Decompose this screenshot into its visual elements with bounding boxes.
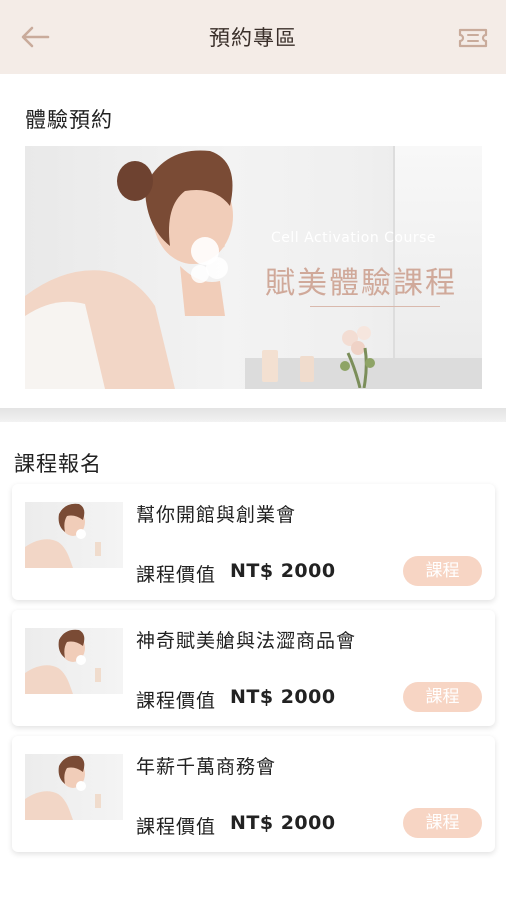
courses-heading: 課程報名 — [14, 452, 102, 476]
experience-heading: 體驗預約 — [25, 108, 113, 132]
banner-divider — [310, 306, 440, 307]
course-price-value: NT$ 2000 — [230, 686, 336, 708]
course-price-value: NT$ 2000 — [230, 560, 336, 582]
experience-banner[interactable]: Cell Activation Course 賦美體驗課程 — [25, 146, 482, 389]
course-name: 神奇賦美艙與法澀商品會 — [136, 630, 357, 652]
course-price-label: 課程價值 — [136, 816, 217, 838]
banner-bottles-illustration — [262, 350, 314, 382]
experience-section: 體驗預約 Cell Activation Course 賦美體驗課程 — [0, 74, 506, 408]
course-button[interactable]: 課程 — [403, 682, 482, 712]
course-name: 年薪千萬商務會 — [136, 756, 277, 778]
section-divider — [0, 408, 506, 422]
banner-subtitle-en: Cell Activation Course — [271, 230, 437, 246]
course-name: 幫你開館與創業會 — [136, 504, 297, 526]
courses-section: 課程報名 幫你開館與創業會 課程價值 NT$ 2000 課程 神奇賦美艙與法澀商… — [0, 422, 506, 900]
course-thumbnail — [25, 502, 123, 568]
course-price-label: 課程價值 — [136, 690, 217, 712]
course-card[interactable]: 年薪千萬商務會 課程價值 NT$ 2000 課程 — [12, 736, 495, 852]
banner-woman-illustration — [25, 150, 233, 389]
course-thumbnail — [25, 628, 123, 694]
page-title: 預約專區 — [209, 26, 297, 50]
course-price-label: 課程價值 — [136, 564, 217, 586]
ticket-icon[interactable] — [456, 25, 490, 51]
course-price-value: NT$ 2000 — [230, 812, 336, 834]
course-button[interactable]: 課程 — [403, 808, 482, 838]
banner-title-zh: 賦美體驗課程 — [265, 266, 457, 301]
course-button[interactable]: 課程 — [403, 556, 482, 586]
course-thumbnail — [25, 754, 123, 820]
course-card[interactable]: 幫你開館與創業會 課程價值 NT$ 2000 課程 — [12, 484, 495, 600]
top-bar: 預約專區 — [0, 0, 506, 74]
banner-mirror — [393, 146, 482, 361]
course-card[interactable]: 神奇賦美艙與法澀商品會 課程價值 NT$ 2000 課程 — [12, 610, 495, 726]
banner-flowers-illustration — [340, 326, 375, 388]
